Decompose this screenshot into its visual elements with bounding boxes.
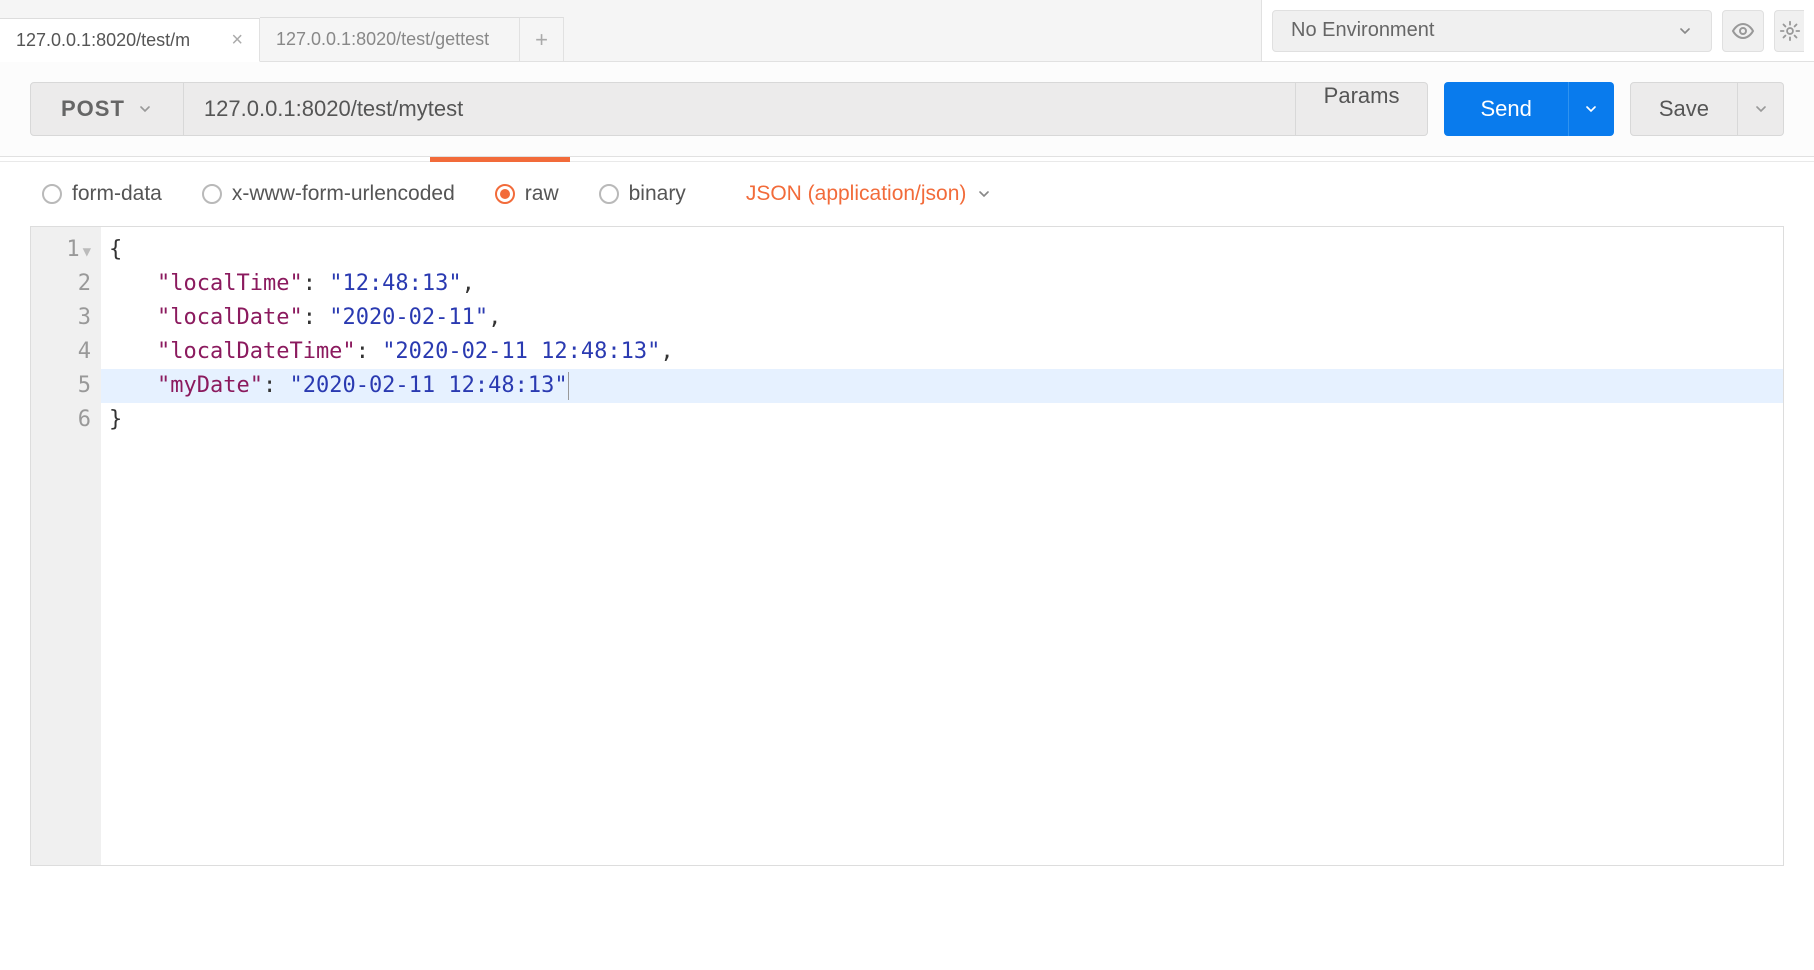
tab-label: 127.0.0.1:8020/test/m	[16, 30, 219, 51]
eye-icon	[1731, 19, 1755, 43]
save-group: Save	[1630, 82, 1784, 136]
code-line[interactable]: "localTime": "12:48:13",	[109, 267, 1775, 301]
code-area[interactable]: {"localTime": "12:48:13","localDate": "2…	[101, 227, 1783, 865]
code-line[interactable]: {	[109, 233, 1775, 267]
chevron-down-icon	[976, 186, 992, 202]
chevron-down-icon	[1677, 23, 1693, 39]
tab-inactive[interactable]: 127.0.0.1:8020/test/gettest	[260, 17, 520, 61]
cursor	[568, 372, 569, 400]
environment-area: No Environment	[1262, 0, 1814, 61]
environment-label: No Environment	[1291, 19, 1434, 42]
send-button[interactable]: Send	[1444, 82, 1567, 136]
radio-label: binary	[629, 182, 686, 206]
save-button[interactable]: Save	[1630, 82, 1738, 136]
send-group: Send	[1444, 82, 1613, 136]
radio-label: raw	[525, 182, 559, 206]
editor[interactable]: 1▼23456 {"localTime": "12:48:13","localD…	[30, 226, 1784, 866]
radio-icon	[495, 184, 515, 204]
code-line[interactable]: "myDate": "2020-02-11 12:48:13"	[101, 369, 1783, 403]
subtab-indicator	[0, 157, 1814, 162]
chevron-down-icon	[1753, 101, 1769, 117]
url-input[interactable]	[184, 82, 1296, 136]
radio-raw[interactable]: raw	[495, 182, 559, 206]
radio-label: x-www-form-urlencoded	[232, 182, 455, 206]
radio-label: form-data	[72, 182, 162, 206]
line-number: 3	[31, 301, 91, 335]
request-row: POST Params Send Save	[0, 62, 1814, 157]
code-line[interactable]: "localDate": "2020-02-11",	[109, 301, 1775, 335]
content-type-label: JSON (application/json)	[746, 182, 967, 206]
line-number: 5	[31, 369, 91, 403]
line-number: 2	[31, 267, 91, 301]
tabs-area: 127.0.0.1:8020/test/m × 127.0.0.1:8020/t…	[0, 0, 1262, 61]
method-label: POST	[61, 96, 125, 122]
radio-icon	[202, 184, 222, 204]
radio-urlencoded[interactable]: x-www-form-urlencoded	[202, 182, 455, 206]
code-line[interactable]: }	[109, 403, 1775, 437]
method-select[interactable]: POST	[30, 82, 184, 136]
tab-active[interactable]: 127.0.0.1:8020/test/m ×	[0, 18, 260, 62]
code-line[interactable]: "localDateTime": "2020-02-11 12:48:13",	[109, 335, 1775, 369]
params-button[interactable]: Params	[1296, 82, 1429, 136]
content-type-select[interactable]: JSON (application/json)	[746, 182, 993, 206]
radio-binary[interactable]: binary	[599, 182, 686, 206]
line-number: 1▼	[31, 233, 91, 267]
line-number: 6	[31, 403, 91, 437]
fold-icon[interactable]: ▼	[83, 235, 91, 269]
body-types: form-data x-www-form-urlencoded raw bina…	[0, 162, 1814, 226]
radio-icon	[599, 184, 619, 204]
settings-button[interactable]	[1774, 10, 1804, 52]
send-dropdown[interactable]	[1568, 82, 1614, 136]
environment-quicklook-button[interactable]	[1722, 10, 1764, 52]
line-number: 4	[31, 335, 91, 369]
add-tab-button[interactable]: +	[520, 17, 564, 61]
chevron-down-icon	[1583, 101, 1599, 117]
tab-label: 127.0.0.1:8020/test/gettest	[276, 29, 503, 50]
gear-icon	[1779, 20, 1801, 42]
radio-icon	[42, 184, 62, 204]
top-bar: 127.0.0.1:8020/test/m × 127.0.0.1:8020/t…	[0, 0, 1814, 62]
environment-select[interactable]: No Environment	[1272, 10, 1712, 52]
close-icon[interactable]: ×	[231, 30, 243, 50]
gutter: 1▼23456	[31, 227, 101, 865]
radio-form-data[interactable]: form-data	[42, 182, 162, 206]
chevron-down-icon	[137, 101, 153, 117]
save-dropdown[interactable]	[1738, 82, 1784, 136]
